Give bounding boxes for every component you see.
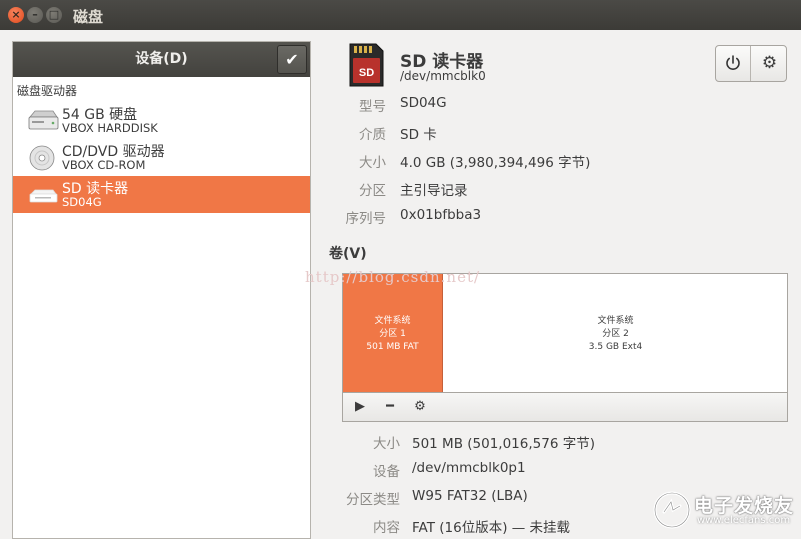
partition-settings-button[interactable]: ⚙	[408, 397, 432, 417]
prop-label-media: 介质	[359, 127, 386, 143]
vol-value-contents: FAT (16位版本) — 未挂载	[412, 520, 571, 536]
prop-label-model: 型号	[359, 99, 386, 115]
gears-icon: ⚙	[414, 399, 426, 414]
prop-value-size: 4.0 GB (3,980,394,496 字节)	[400, 155, 591, 171]
volumes-heading: 卷(V)	[329, 246, 367, 262]
minus-icon: ━	[386, 399, 394, 414]
sidebar-item-cdrom[interactable]: CD/DVD 驱动器 VBOX CD-ROM	[13, 139, 310, 176]
partition-number: 分区 1	[379, 329, 406, 339]
power-icon	[726, 55, 740, 70]
partition-2-block[interactable]: 文件系统 分区 2 3.5 GB Ext4	[444, 274, 787, 392]
vol-value-device: /dev/mmcblk0p1	[412, 460, 526, 476]
optical-disc-icon	[29, 145, 55, 171]
device-sidebar: 设备(D) ✔ 磁盘驱动器 54 GB 硬盘 VBOX HARDDISK CD/…	[12, 41, 311, 539]
card-reader-icon	[29, 189, 58, 203]
prop-label-serial: 序列号	[345, 211, 387, 227]
maximize-window-button[interactable]: □	[46, 7, 62, 23]
prop-value-model: SD04G	[400, 95, 447, 111]
drive-model: VBOX CD-ROM	[62, 158, 146, 172]
partition-1-block[interactable]: 文件系统 分区 1 501 MB FAT	[343, 274, 443, 392]
logo-url: www.elecfans.com	[697, 515, 791, 526]
vol-value-size: 501 MB (501,016,576 字节)	[412, 436, 595, 452]
sd-card-icon: SD	[349, 43, 384, 87]
power-off-button[interactable]	[716, 46, 751, 81]
vol-value-partition-type: W95 FAT32 (LBA)	[412, 488, 528, 504]
prop-label-partitioning: 分区	[359, 183, 386, 199]
delete-partition-button[interactable]: ━	[378, 397, 402, 417]
select-mode-button[interactable]: ✔	[277, 45, 307, 74]
prop-value-serial: 0x01bfbba3	[400, 207, 482, 223]
play-icon: ▶	[355, 399, 365, 414]
drive-settings-button[interactable]: ⚙	[752, 46, 787, 81]
partition-type: 文件系统	[597, 316, 634, 326]
prop-value-partitioning: 主引导记录	[400, 183, 468, 199]
prop-label-size: 大小	[359, 155, 386, 171]
mount-button[interactable]: ▶	[348, 397, 372, 417]
drive-model: VBOX HARDDISK	[62, 121, 158, 135]
sidebar-header-label: 设备(D)	[135, 51, 188, 67]
partition-size: 501 MB FAT	[366, 342, 419, 352]
window-title: 磁盘	[73, 8, 104, 26]
checkmark-icon: ✔	[285, 50, 299, 69]
drive-model: SD04G	[62, 195, 102, 209]
vol-label-partition-type: 分区类型	[346, 492, 400, 508]
partition-size: 3.5 GB Ext4	[588, 342, 643, 352]
volume-toolbar: ▶ ━ ⚙	[342, 393, 788, 422]
vol-label-contents: 内容	[373, 520, 400, 536]
sidebar-item-card-reader[interactable]: SD 读卡器 SD04G	[13, 176, 310, 213]
sidebar-item-harddisk[interactable]: 54 GB 硬盘 VBOX HARDDISK	[13, 102, 310, 139]
minimize-window-button[interactable]: –	[27, 7, 43, 23]
vol-label-size: 大小	[373, 436, 400, 452]
volume-map: 文件系统 分区 1 501 MB FAT 文件系统 分区 2 3.5 GB Ex…	[342, 273, 788, 393]
partition-type: 文件系统	[374, 316, 411, 326]
vol-label-device: 设备	[373, 464, 400, 480]
watermark-text: http://blog.csdn.net/	[305, 268, 481, 286]
harddisk-icon	[28, 110, 59, 130]
title-bar: × – □ 磁盘	[0, 0, 801, 30]
device-path: /dev/mmcblk0	[400, 69, 486, 83]
prop-value-media: SD 卡	[400, 127, 437, 143]
logo-text: 电子发烧友	[694, 495, 795, 517]
gear-icon: ⚙	[761, 53, 778, 73]
section-label-disk-drives: 磁盘驱动器	[17, 84, 78, 98]
sidebar-header: 设备(D) ✔	[13, 42, 310, 77]
device-actions: ⚙	[715, 45, 787, 82]
close-window-button[interactable]: ×	[8, 7, 24, 23]
svg-text:SD: SD	[359, 67, 374, 79]
partition-number: 分区 2	[602, 329, 629, 339]
